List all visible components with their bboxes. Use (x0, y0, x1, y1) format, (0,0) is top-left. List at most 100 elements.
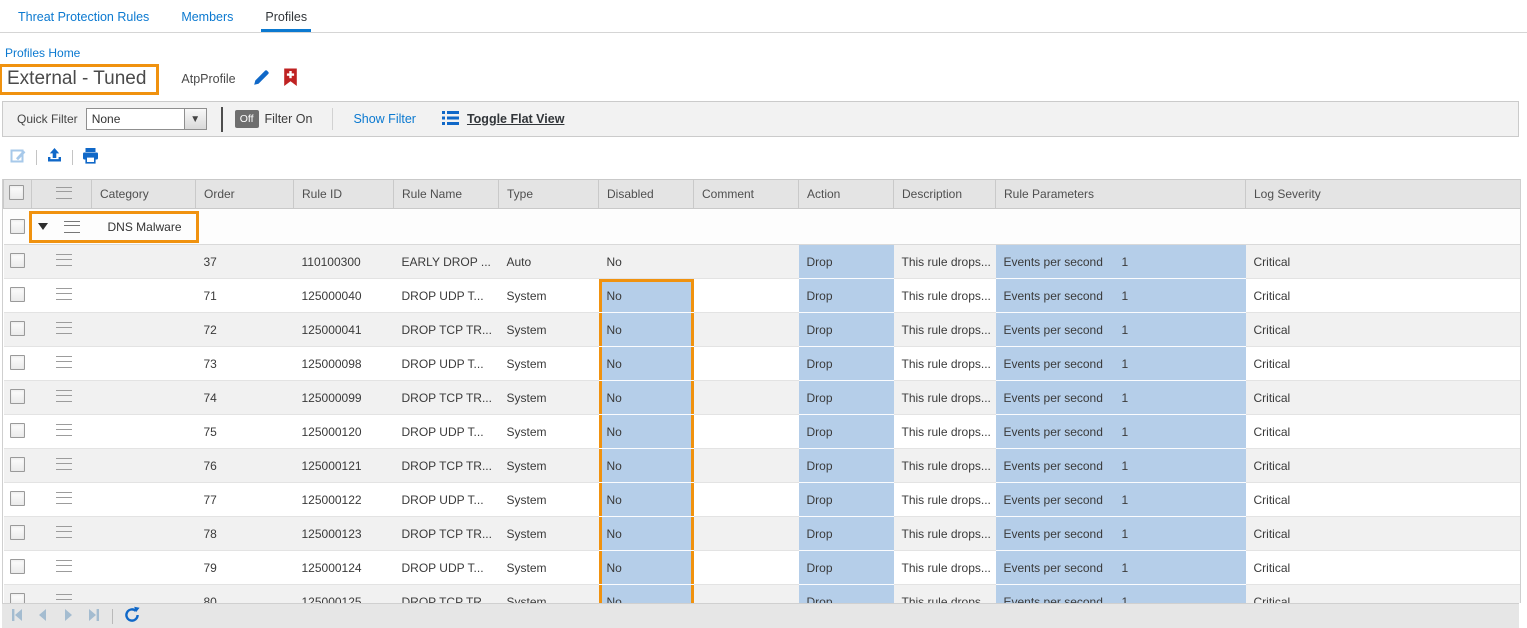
toggle-flat-view-button[interactable]: Toggle Flat View (442, 111, 564, 128)
cell-log-severity: Critical (1246, 279, 1521, 313)
drag-handle-icon[interactable] (56, 560, 72, 572)
cell-rule-name: EARLY DROP ... (394, 245, 499, 279)
table-row[interactable]: 37 110100300 EARLY DROP ... Auto No Drop… (4, 245, 1521, 279)
row-checkbox[interactable] (10, 253, 25, 268)
tab-profiles[interactable]: Profiles (261, 10, 311, 32)
row-checkbox[interactable] (10, 355, 25, 370)
row-checkbox[interactable] (10, 321, 25, 336)
column-header-description[interactable]: Description (894, 180, 996, 209)
row-checkbox[interactable] (10, 389, 25, 404)
rule-parameter-value: 1 (1122, 391, 1129, 405)
cell-order: 75 (196, 415, 294, 449)
group-row-checkbox[interactable] (10, 219, 25, 234)
row-drag-cell (32, 483, 92, 517)
quick-filter-select[interactable]: None ▼ (86, 108, 207, 130)
edit-rule-icon-disabled[interactable] (10, 147, 27, 167)
drag-handle-icon[interactable] (56, 458, 72, 470)
cell-type: System (499, 347, 599, 381)
cell-rule-name: DROP TCP TR... (394, 381, 499, 415)
cell-log-severity: Critical (1246, 517, 1521, 551)
row-checkbox[interactable] (10, 423, 25, 438)
next-page-icon[interactable] (60, 607, 76, 626)
drag-handle-icon[interactable] (56, 254, 72, 266)
drag-handle-icon[interactable] (56, 526, 72, 538)
column-header-comment[interactable]: Comment (694, 180, 799, 209)
column-header-rule-name[interactable]: Rule Name (394, 180, 499, 209)
drag-handle-icon[interactable] (56, 322, 72, 334)
edit-title-pencil-icon[interactable] (252, 68, 271, 90)
drag-handle-icon[interactable] (56, 424, 72, 436)
filter-bar: Quick Filter None ▼ Off Filter On Show F… (2, 101, 1519, 137)
table-row[interactable]: 73 125000098 DROP UDP T... System No Dro… (4, 347, 1521, 381)
upload-icon[interactable] (46, 147, 63, 167)
column-header-type[interactable]: Type (499, 180, 599, 209)
cell-comment (694, 313, 799, 347)
filter-toggle-state-badge[interactable]: Off (235, 110, 259, 128)
refresh-icon[interactable] (123, 606, 141, 627)
drag-handle-icon[interactable] (56, 492, 72, 504)
previous-page-icon[interactable] (35, 607, 51, 626)
cell-order: 78 (196, 517, 294, 551)
table-row[interactable]: 78 125000123 DROP TCP TR... System No Dr… (4, 517, 1521, 551)
group-row-dns-malware[interactable]: DNS Malware (4, 209, 1521, 245)
first-page-icon[interactable] (10, 607, 26, 626)
show-filter-link[interactable]: Show Filter (353, 112, 416, 126)
table-row[interactable]: 77 125000122 DROP UDP T... System No Dro… (4, 483, 1521, 517)
cell-rule-parameters: Events per second1 (996, 585, 1246, 604)
drag-handle-icon[interactable] (56, 288, 72, 300)
table-row[interactable]: 76 125000121 DROP TCP TR... System No Dr… (4, 449, 1521, 483)
row-checkbox[interactable] (10, 457, 25, 472)
tab-threat-protection-rules[interactable]: Threat Protection Rules (14, 10, 153, 32)
rule-parameter-value: 1 (1122, 357, 1129, 371)
table-row[interactable]: 79 125000124 DROP UDP T... System No Dro… (4, 551, 1521, 585)
table-row[interactable]: 71 125000040 DROP UDP T... System No Dro… (4, 279, 1521, 313)
cell-category (92, 483, 196, 517)
drag-handle-icon[interactable] (56, 594, 72, 603)
cell-log-severity: Critical (1246, 483, 1521, 517)
row-checkbox[interactable] (10, 491, 25, 506)
drag-handle-icon[interactable] (56, 356, 72, 368)
rule-parameter-value: 1 (1122, 459, 1129, 473)
rule-parameter-value: 1 (1122, 561, 1129, 575)
select-all-checkbox[interactable] (9, 185, 24, 200)
quick-filter-selected-value[interactable]: None (86, 108, 184, 130)
last-page-icon[interactable] (85, 607, 101, 626)
cell-rule-id: 125000122 (294, 483, 394, 517)
column-header-rule-id[interactable]: Rule ID (294, 180, 394, 209)
drag-handle-icon[interactable] (56, 390, 72, 402)
drag-handle-icon[interactable] (64, 221, 80, 233)
row-checkbox[interactable] (10, 593, 25, 604)
rule-parameter-value: 1 (1122, 527, 1129, 541)
table-row[interactable]: 74 125000099 DROP TCP TR... System No Dr… (4, 381, 1521, 415)
column-header-category[interactable]: Category (92, 180, 196, 209)
column-header-action[interactable]: Action (799, 180, 894, 209)
cell-log-severity: Critical (1246, 245, 1521, 279)
rule-parameter-label: Events per second (1004, 527, 1122, 541)
collapse-caret-icon[interactable] (38, 223, 48, 230)
row-checkbox-cell (4, 381, 32, 415)
table-row[interactable]: 75 125000120 DROP UDP T... System No Dro… (4, 415, 1521, 449)
tab-members[interactable]: Members (177, 10, 237, 32)
bookmark-plus-icon[interactable] (283, 68, 298, 90)
cell-action: Drop (799, 381, 894, 415)
column-header-order[interactable]: Order (196, 180, 294, 209)
cell-action: Drop (799, 415, 894, 449)
cell-rule-parameters: Events per second1 (996, 449, 1246, 483)
cell-rule-name: DROP UDP T... (394, 347, 499, 381)
column-header-log-severity[interactable]: Log Severity (1246, 180, 1521, 209)
cell-category (92, 279, 196, 313)
cell-disabled: No (599, 245, 694, 279)
rule-parameter-label: Events per second (1004, 255, 1122, 269)
table-row[interactable]: 80 125000125 DROP TCP TR... System No Dr… (4, 585, 1521, 604)
row-checkbox[interactable] (10, 559, 25, 574)
row-checkbox[interactable] (10, 287, 25, 302)
chevron-down-icon[interactable]: ▼ (184, 108, 207, 130)
rule-parameter-label: Events per second (1004, 425, 1122, 439)
row-checkbox[interactable] (10, 525, 25, 540)
breadcrumb-profiles-home[interactable]: Profiles Home (5, 46, 1527, 60)
group-category-label: DNS Malware (108, 220, 182, 234)
print-icon[interactable] (82, 147, 99, 167)
column-header-rule-parameters[interactable]: Rule Parameters (996, 180, 1246, 209)
table-row[interactable]: 72 125000041 DROP TCP TR... System No Dr… (4, 313, 1521, 347)
column-header-disabled[interactable]: Disabled (599, 180, 694, 209)
